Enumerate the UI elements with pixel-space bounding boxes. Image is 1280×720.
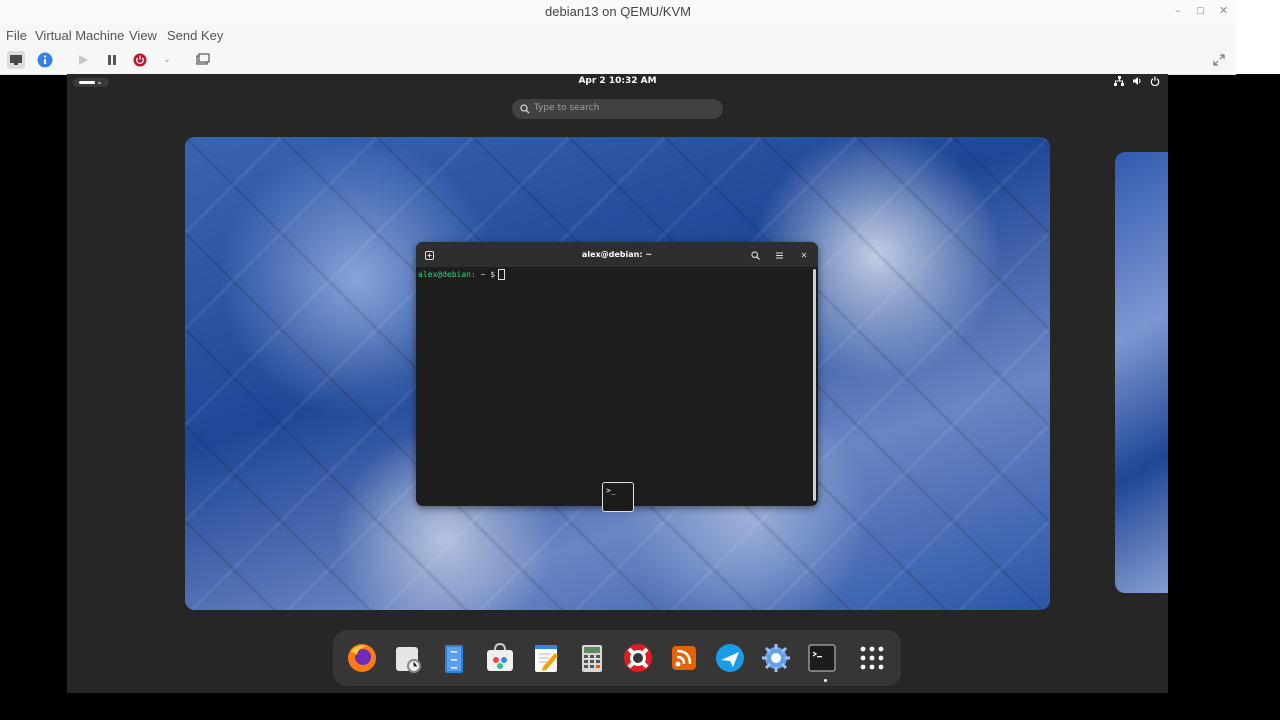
fullscreen-icon — [1213, 54, 1225, 66]
pause-button[interactable] — [103, 51, 121, 69]
run-button[interactable] — [74, 51, 92, 69]
terminal-window-app-icon: >_ — [602, 482, 634, 512]
terminal-scrollbar[interactable] — [813, 269, 816, 501]
system-tray[interactable] — [1114, 76, 1160, 86]
help-icon[interactable] — [620, 640, 656, 676]
next-workspace-thumbnail[interactable] — [1115, 152, 1168, 593]
search-placeholder: Type to search — [534, 103, 600, 113]
monitor-icon — [10, 55, 22, 65]
desktop-background — [1236, 0, 1280, 74]
shutdown-button[interactable] — [131, 51, 149, 69]
overview-search-box[interactable]: Type to search — [512, 99, 723, 119]
guest-display[interactable]: Apr 2 10:32 AM Type to search alex@debia… — [67, 74, 1168, 693]
terminal-icon[interactable] — [804, 640, 840, 676]
shutdown-menu-chevron-down-icon[interactable]: ⌄ — [158, 51, 176, 69]
host-menubar: File Virtual Machine View Send Key — [0, 24, 1236, 46]
menu-send-key[interactable]: Send Key — [167, 28, 223, 43]
maps-icon[interactable] — [712, 640, 748, 676]
terminal-window[interactable]: alex@debian: ~ ✕ alex@debian: ~ $ — [416, 242, 818, 506]
software-icon[interactable] — [482, 640, 518, 676]
console-view-button[interactable] — [7, 51, 25, 69]
clock[interactable]: Apr 2 10:32 AM — [67, 76, 1168, 86]
menu-virtual-machine[interactable]: Virtual Machine — [35, 28, 124, 43]
terminal-menu-button[interactable] — [772, 248, 786, 262]
snapshots-button[interactable] — [194, 51, 212, 69]
prompt-tail: ~ $ — [475, 270, 496, 279]
terminal-headerbar: alex@debian: ~ ✕ — [416, 242, 818, 267]
details-view-button[interactable] — [36, 51, 54, 69]
close-icon[interactable]: ✕ — [1219, 4, 1228, 17]
host-titlebar: debian13 on QEMU/KVM – ▢ ✕ — [0, 0, 1236, 25]
terminal-close-icon[interactable]: ✕ — [797, 248, 811, 262]
terminal-prompt-glyph: >_ — [606, 486, 616, 495]
app-grid-icon[interactable] — [854, 640, 890, 676]
minimize-icon[interactable]: – — [1175, 4, 1181, 17]
volume-icon — [1133, 77, 1141, 85]
settings-icon[interactable] — [758, 640, 794, 676]
menu-view[interactable]: View — [129, 28, 157, 43]
calculator-icon[interactable] — [574, 640, 610, 676]
gnome-topbar: Apr 2 10:32 AM — [67, 74, 1168, 92]
pause-icon — [108, 55, 116, 65]
terminal-output[interactable]: alex@debian: ~ $ — [418, 269, 506, 280]
fullscreen-button[interactable] — [1210, 51, 1228, 69]
files-icon[interactable] — [436, 640, 472, 676]
search-icon — [750, 250, 760, 260]
hamburger-icon — [775, 251, 783, 259]
clocks-icon[interactable] — [390, 640, 426, 676]
info-icon — [37, 52, 53, 68]
search-icon — [520, 104, 530, 114]
prompt-user: alex@debian: — [418, 270, 476, 279]
text-cursor — [498, 269, 506, 280]
firefox-icon[interactable] — [344, 640, 380, 676]
snapshots-icon — [196, 53, 210, 65]
rss-icon[interactable] — [666, 640, 702, 676]
play-icon — [79, 55, 88, 65]
text-editor-icon[interactable] — [528, 640, 564, 676]
power-menu-icon — [1150, 76, 1160, 86]
window-title: debian13 on QEMU/KVM — [545, 4, 691, 19]
terminal-search-button[interactable] — [748, 248, 762, 262]
power-icon — [133, 53, 147, 67]
maximize-icon[interactable]: ▢ — [1196, 6, 1205, 16]
host-toolbar: ⌄ — [0, 46, 1236, 75]
dash — [333, 630, 901, 686]
menu-file[interactable]: File — [6, 28, 27, 43]
network-icon — [1114, 76, 1124, 86]
running-indicator — [824, 679, 827, 682]
